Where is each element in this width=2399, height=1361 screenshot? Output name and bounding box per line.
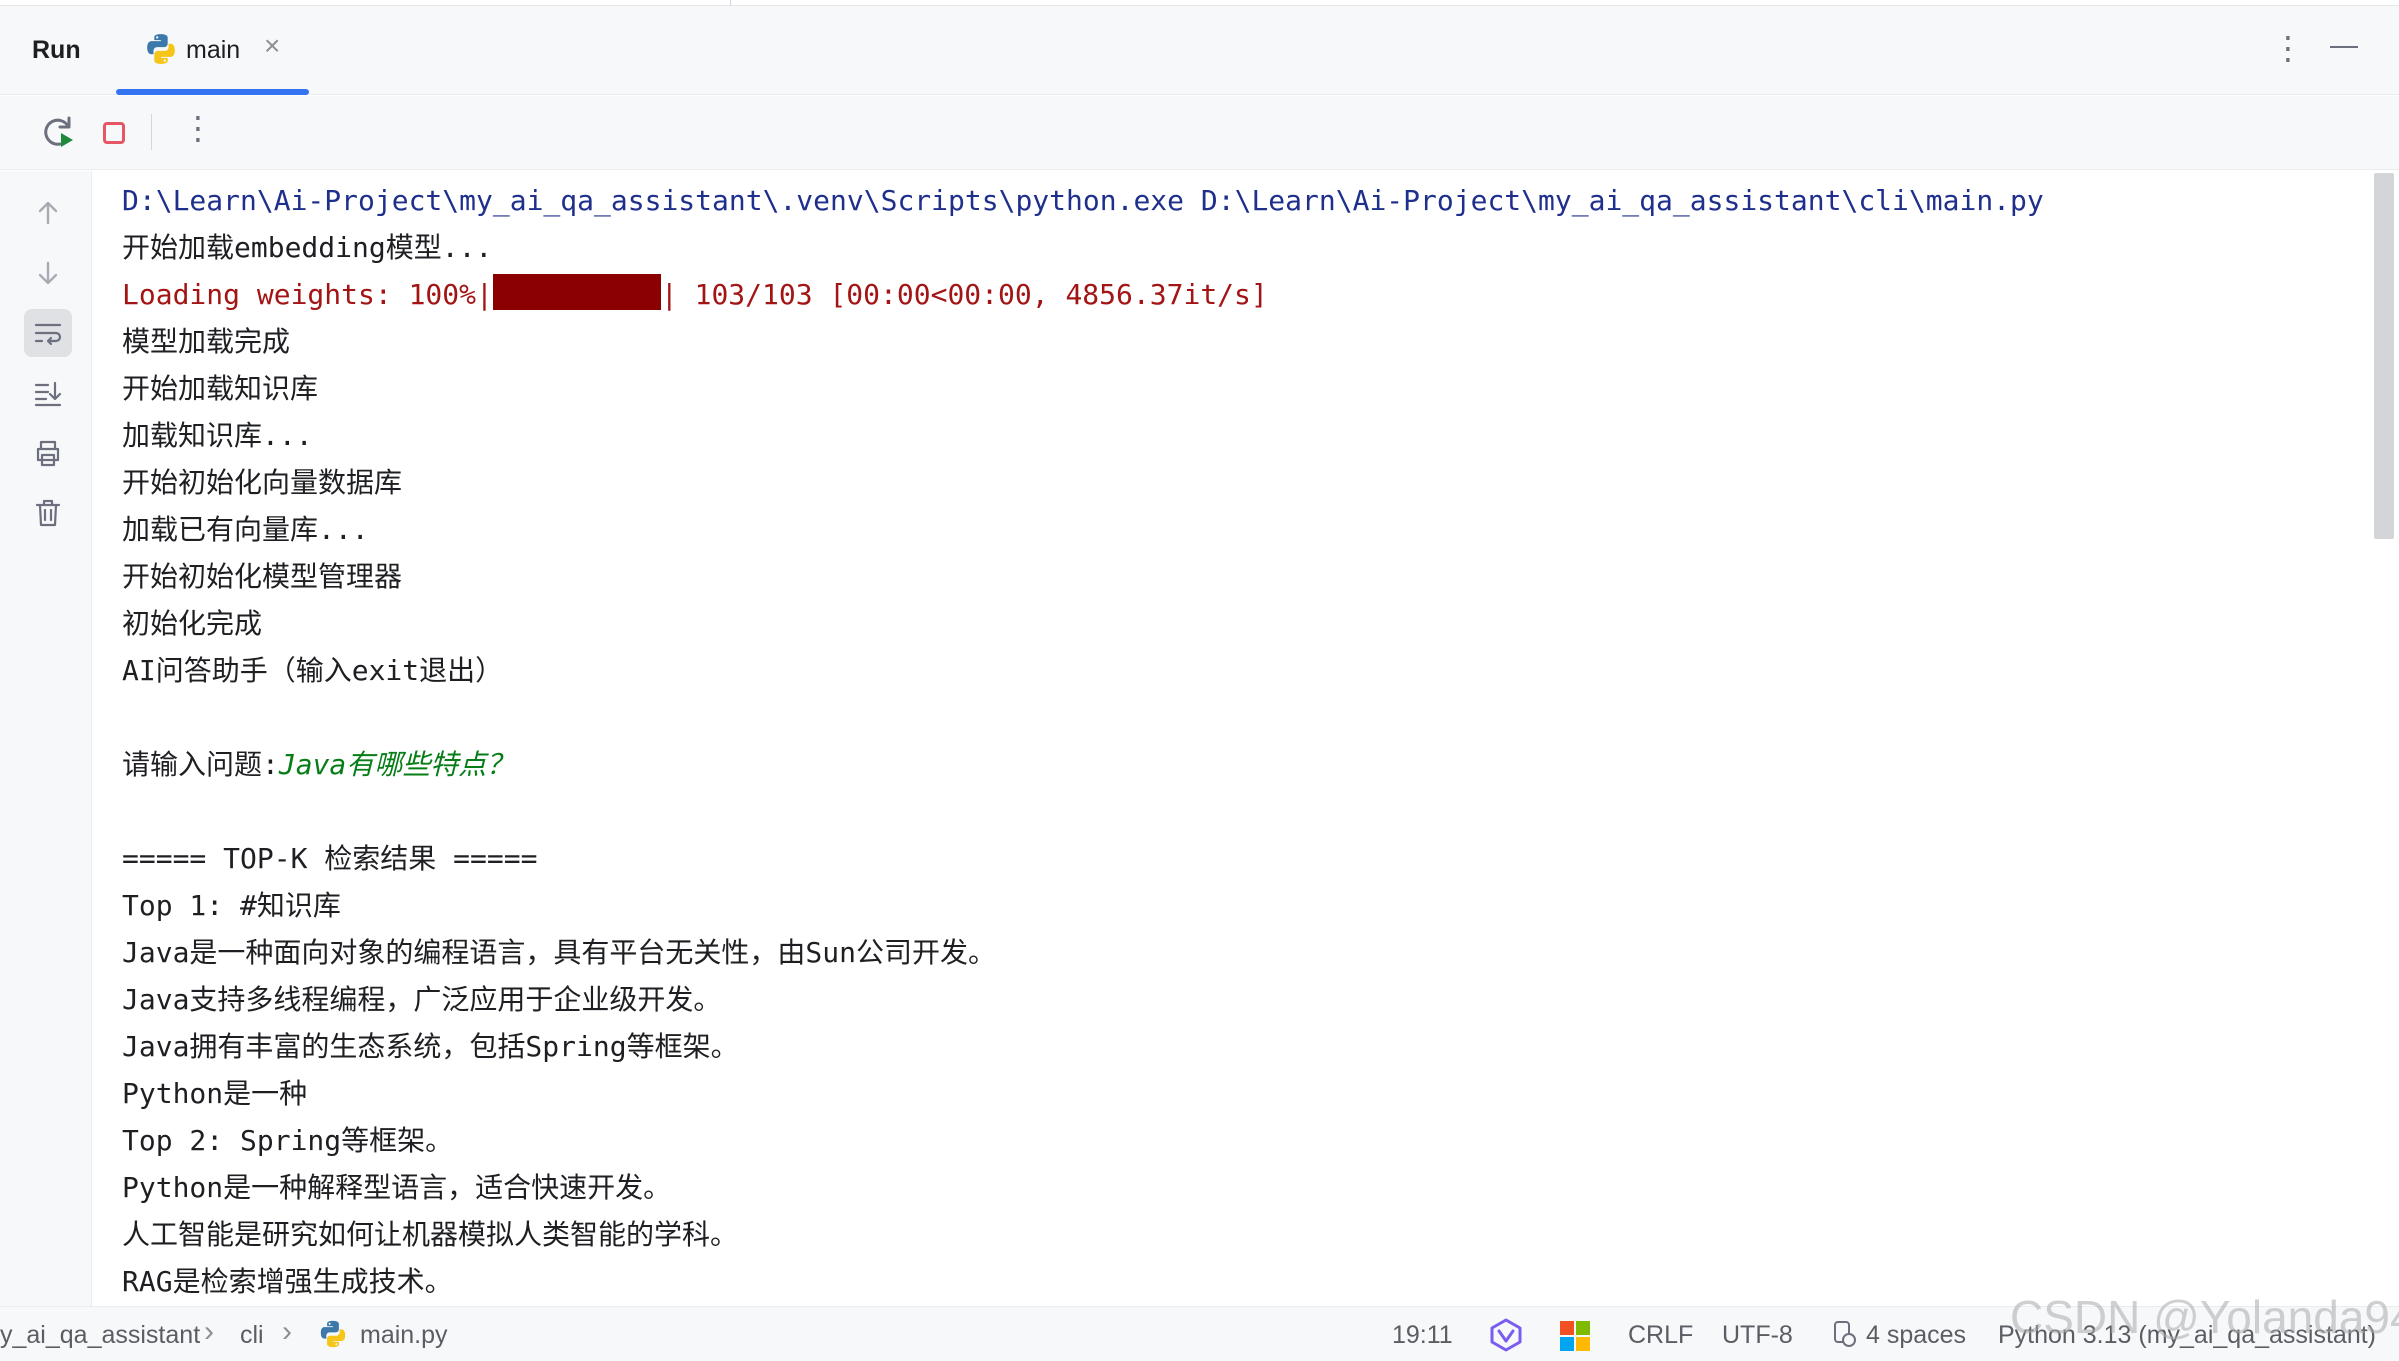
console-line: Python是一种解释型语言，适合快速开发。	[122, 1171, 672, 1204]
more-vertical-icon[interactable]: ⋮	[182, 112, 214, 144]
csdn-watermark: CSDN @Yolanda94	[2010, 1291, 2399, 1343]
more-options-icon[interactable]: ⋮	[2272, 32, 2304, 64]
ai-assistant-icon[interactable]	[1488, 1317, 1524, 1353]
scrollbar-thumb[interactable]	[2374, 173, 2394, 539]
console-line: ===== TOP-K 检索结果 =====	[122, 842, 538, 875]
breadcrumb-file[interactable]: main.py	[360, 1321, 448, 1349]
console-line: 加载知识库...	[122, 419, 313, 452]
trash-icon[interactable]	[24, 489, 72, 537]
progress-suffix: | 103/103 [00:00<00:00, 4856.37it/s]	[660, 278, 1268, 311]
console-line: Python是一种	[122, 1077, 308, 1110]
minimize-icon[interactable]	[2330, 46, 2358, 48]
close-tab-icon[interactable]: ×	[264, 32, 280, 60]
soft-wrap-icon[interactable]	[24, 309, 72, 357]
tab-main[interactable]: main ×	[116, 6, 309, 95]
console-command-line: D:\Learn\Ai-Project\my_ai_qa_assistant\.…	[122, 184, 2044, 217]
progress-bar-fill	[492, 274, 661, 310]
console-output[interactable]: D:\Learn\Ai-Project\my_ai_qa_assistant\.…	[92, 171, 2370, 1306]
breadcrumb-project[interactable]: y_ai_qa_assistant	[0, 1321, 200, 1349]
rerun-icon[interactable]	[40, 114, 76, 150]
indent-setting[interactable]: 4 spaces	[1866, 1321, 1966, 1349]
console-line: RAG是检索增强生成技术。	[122, 1265, 453, 1298]
arrow-up-icon[interactable]	[24, 189, 72, 237]
python-file-icon	[320, 1320, 346, 1348]
progress-line: Loading weights: 100%| | 103/103 [00:00<0…	[122, 271, 1268, 318]
chevron-right-icon: ›	[282, 1315, 292, 1348]
console-line: Java拥有丰富的生态系统，包括Spring等框架。	[122, 1030, 739, 1063]
console-line: 开始加载embedding模型...	[122, 231, 493, 264]
line-separator[interactable]: CRLF	[1628, 1321, 1693, 1349]
python-icon	[147, 34, 175, 64]
prompt-line: 请输入问题:Java有哪些特点？	[122, 741, 514, 788]
user-input: Java有哪些特点？	[278, 748, 515, 781]
chevron-right-icon: ›	[204, 1315, 214, 1348]
print-icon[interactable]	[24, 429, 72, 477]
stop-icon[interactable]	[103, 122, 125, 144]
tab-selected-indicator	[116, 89, 309, 95]
run-tool-window-header: Run main × ⋮	[0, 6, 2399, 95]
breadcrumb-folder[interactable]: cli	[240, 1321, 264, 1349]
toolbar-separator	[151, 114, 152, 150]
console-line: 开始初始化模型管理器	[122, 560, 403, 593]
indent-settings-icon	[1834, 1321, 1856, 1347]
run-title: Run	[32, 36, 81, 64]
console-line: Top 1: #知识库	[122, 889, 341, 922]
progress-prefix: Loading weights: 100%|	[122, 278, 493, 311]
scroll-to-end-icon[interactable]	[24, 369, 72, 417]
tab-label: main	[186, 36, 241, 64]
console-line: Top 2: Spring等框架。	[122, 1124, 454, 1157]
console-line: 开始加载知识库	[122, 372, 319, 405]
run-toolbar: ⋮	[0, 96, 2399, 170]
file-encoding[interactable]: UTF-8	[1722, 1321, 1793, 1349]
prompt-label: 请输入问题:	[122, 748, 279, 781]
cursor-position[interactable]: 19:11	[1392, 1321, 1453, 1349]
console-line: 加载已有向量库...	[122, 513, 369, 546]
console-line: Java支持多线程编程，广泛应用于企业级开发。	[122, 983, 722, 1016]
console-line: 模型加载完成	[122, 325, 291, 358]
console-line: 人工智能是研究如何让机器模拟人类智能的学科。	[122, 1218, 739, 1251]
console-side-toolbar	[0, 171, 92, 1306]
console-line: 开始初始化向量数据库	[122, 466, 403, 499]
arrow-down-icon[interactable]	[24, 249, 72, 297]
console-line: 初始化完成	[122, 607, 263, 640]
windows-logo-icon[interactable]	[1560, 1321, 1590, 1351]
console-line: AI问答助手（输入exit退出）	[122, 654, 504, 687]
console-line: Java是一种面向对象的编程语言，具有平台无关性，由Sun公司开发。	[122, 936, 997, 969]
vertical-scrollbar[interactable]	[2370, 171, 2399, 1306]
